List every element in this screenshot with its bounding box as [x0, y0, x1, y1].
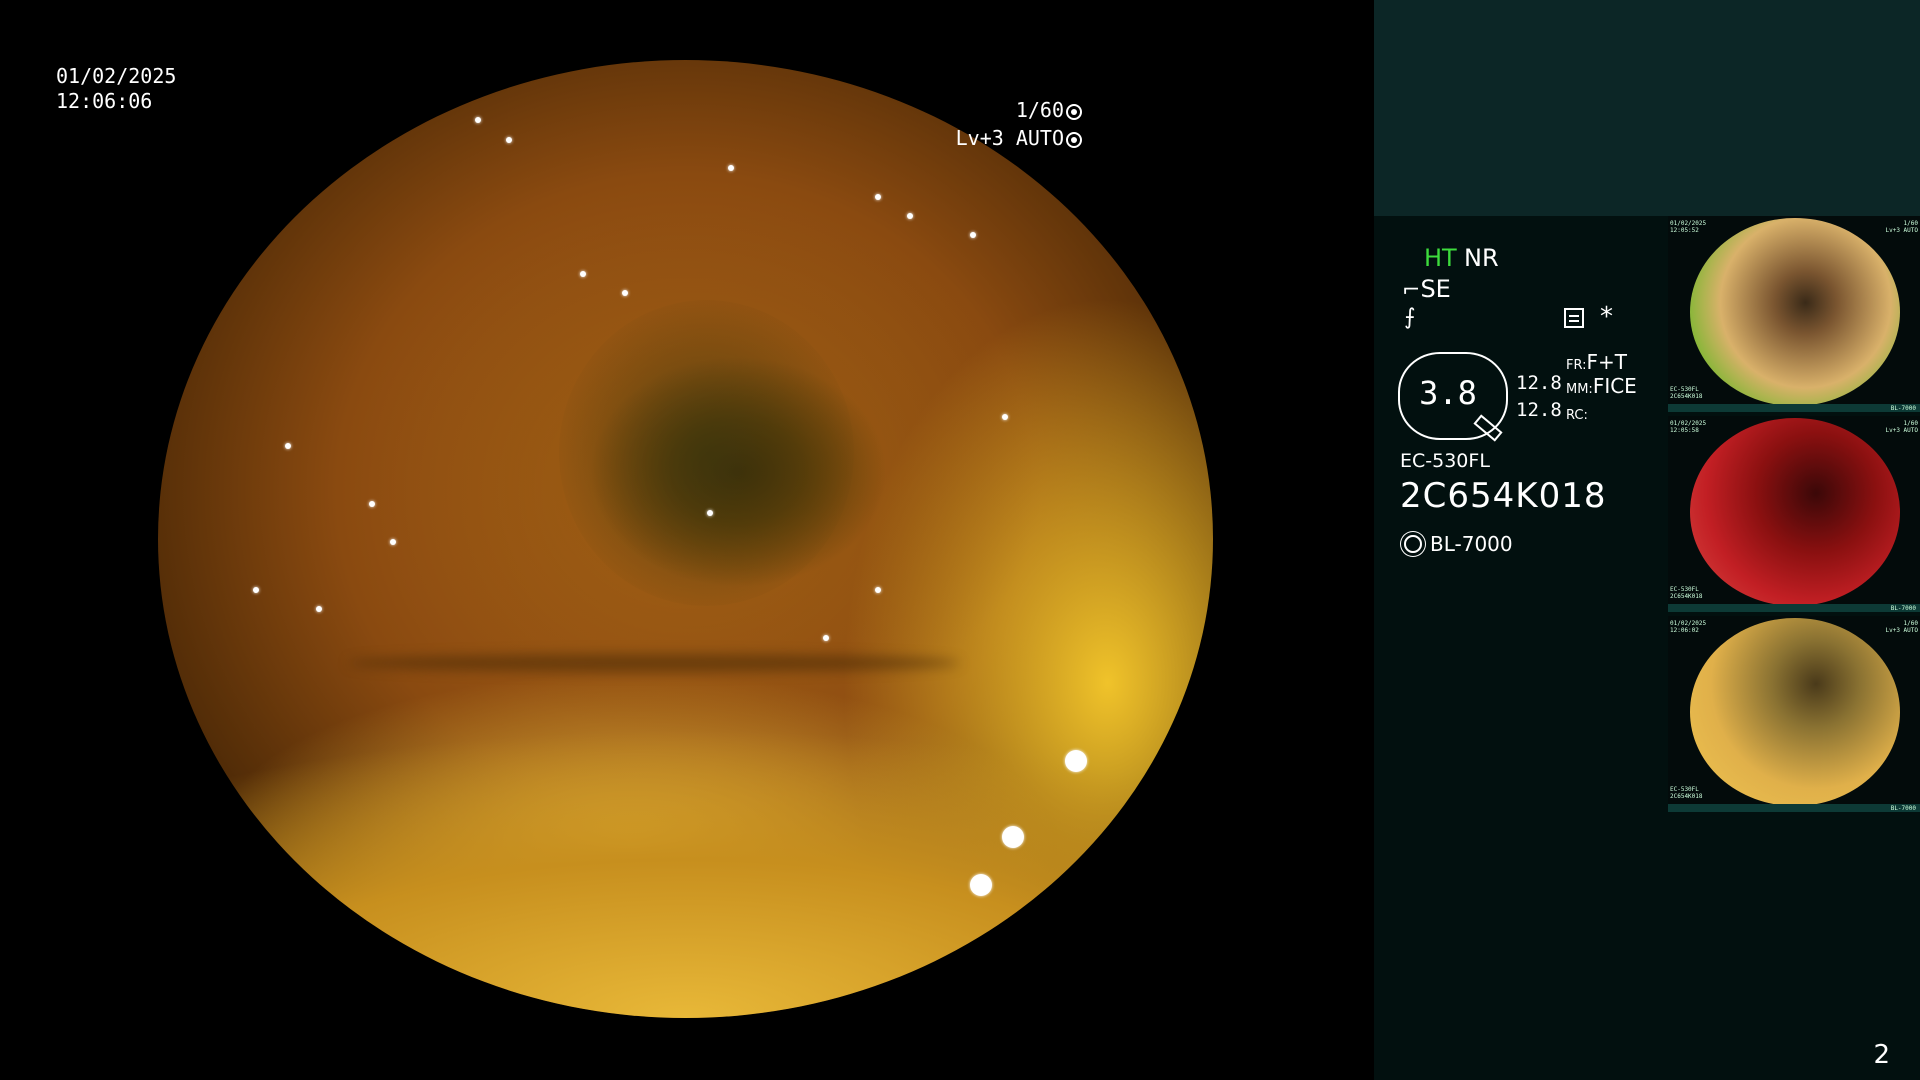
zoom-secondary-value: 12.8 — [1516, 399, 1562, 421]
zoom-tab-icon — [1473, 414, 1503, 442]
nr-indicator: NR — [1464, 244, 1499, 272]
shutter-speed: 1/60 — [1015, 98, 1064, 122]
specular-highlight — [875, 194, 882, 201]
iris-readout: Lv+3 AUTO — [956, 126, 1082, 151]
specular-highlight — [252, 586, 259, 593]
specular-highlight — [369, 500, 375, 507]
iris-mode: Lv+3 AUTO — [955, 126, 1064, 150]
thumbnail-bar — [1668, 604, 1920, 612]
mm-value: FICE — [1592, 374, 1637, 398]
specular-highlight — [907, 213, 914, 220]
thumbnail-datetime: 01/02/2025 12:05:52 — [1670, 220, 1707, 234]
info-panel: HT NR ⌐SE ⨍ * 3.8 12.8 12.8 FR:F+T MM:FI… — [1374, 0, 1920, 1080]
fold-shadow — [347, 653, 960, 672]
specular-highlight — [1065, 749, 1088, 772]
specular-highlight — [284, 443, 291, 450]
capture-thumbnail-2[interactable]: 01/02/2025 12:05:58 1/60 Lv+3 AUTO EC-53… — [1668, 416, 1920, 612]
specular-highlight — [822, 634, 829, 641]
aperture-icon — [1066, 104, 1082, 120]
specular-highlight — [875, 586, 882, 593]
scope-serial: 2C654K018 — [1400, 476, 1607, 516]
thumbnail-light: BL-7000 — [1890, 605, 1916, 612]
specular-highlight — [1002, 414, 1008, 421]
thumbnail-datetime: 01/02/2025 12:06:02 — [1670, 620, 1707, 634]
thumbnail-scope: EC-530FL 2C654K018 — [1670, 586, 1703, 600]
rc-key: RC: — [1566, 408, 1588, 423]
mucosal-fold — [158, 730, 1213, 1018]
rc-setting: RC: — [1566, 400, 1588, 424]
thumbnail-image — [1690, 418, 1900, 606]
light-source-label: BL-7000 — [1430, 532, 1513, 556]
star-icon: * — [1600, 302, 1613, 332]
iris-icon — [1066, 132, 1082, 148]
zoom-value: 3.8 — [1419, 374, 1477, 412]
page-number: 2 — [1873, 1040, 1890, 1070]
endoscopy-screen: 01/02/2025 12:06:06 1/60 Lv+3 AUTO HT NR… — [0, 0, 1920, 1080]
specular-highlight — [506, 136, 513, 143]
se-label: SE — [1420, 275, 1451, 303]
thumbnail-datetime: 01/02/2025 12:05:58 — [1670, 420, 1707, 434]
capture-thumbnail-3[interactable]: 01/02/2025 12:06:02 1/60 Lv+3 AUTO EC-53… — [1668, 616, 1920, 812]
specular-highlight — [316, 606, 323, 613]
exam-datetime: 01/02/2025 12:06:06 — [56, 64, 176, 114]
specular-highlight — [727, 165, 734, 172]
thumbnail-image — [1690, 618, 1900, 806]
thumbnail-light: BL-7000 — [1890, 405, 1916, 412]
thumbnail-scope: EC-530FL 2C654K018 — [1670, 386, 1703, 400]
specular-highlight — [580, 270, 586, 277]
exam-time: 12:06:06 — [56, 89, 153, 113]
sun-icon — [1404, 535, 1422, 553]
specular-highlight — [622, 289, 629, 296]
thumbnail-exposure: 1/60 Lv+3 AUTO — [1885, 420, 1918, 434]
se-icon: ⌐ — [1402, 278, 1421, 303]
thumbnail-bar — [1668, 404, 1920, 412]
fr-key: FR: — [1566, 358, 1587, 373]
mm-setting: MM:FICE — [1566, 374, 1637, 398]
mm-key: MM: — [1566, 382, 1593, 397]
lumen — [558, 299, 855, 607]
thumbnail-light: BL-7000 — [1890, 805, 1916, 812]
panel-header — [1374, 0, 1920, 216]
specular-highlight — [970, 232, 977, 239]
thumbnail-bar — [1668, 804, 1920, 812]
live-endoscope-view — [158, 60, 1213, 1018]
fr-setting: FR:F+T — [1566, 350, 1627, 374]
structure-enhance: ⌐SE — [1402, 275, 1451, 303]
light-source: BL-7000 — [1400, 532, 1513, 556]
specular-highlight — [474, 117, 481, 124]
menu-icon — [1564, 308, 1584, 328]
specular-highlight — [390, 539, 397, 545]
scope-model: EC-530FL — [1400, 450, 1490, 472]
shutter-readout: 1/60 — [1016, 98, 1082, 123]
zoom-secondary-value: 12.8 — [1516, 372, 1562, 394]
thumbnail-exposure: 1/60 Lv+3 AUTO — [1885, 220, 1918, 234]
ht-indicator: HT — [1424, 244, 1457, 272]
thumbnail-image — [1690, 218, 1900, 406]
specular-highlight — [706, 510, 713, 517]
zoom-indicator: 3.8 — [1398, 352, 1508, 442]
thumbnail-scope: EC-530FL 2C654K018 — [1670, 786, 1703, 800]
capture-thumbnail-1[interactable]: 01/02/2025 12:05:52 1/60 Lv+3 AUTO EC-53… — [1668, 216, 1920, 412]
enhance-icon: ⨍ — [1404, 305, 1416, 330]
fr-value: F+T — [1586, 350, 1627, 374]
exam-date: 01/02/2025 — [56, 64, 177, 88]
thumbnail-exposure: 1/60 Lv+3 AUTO — [1885, 620, 1918, 634]
